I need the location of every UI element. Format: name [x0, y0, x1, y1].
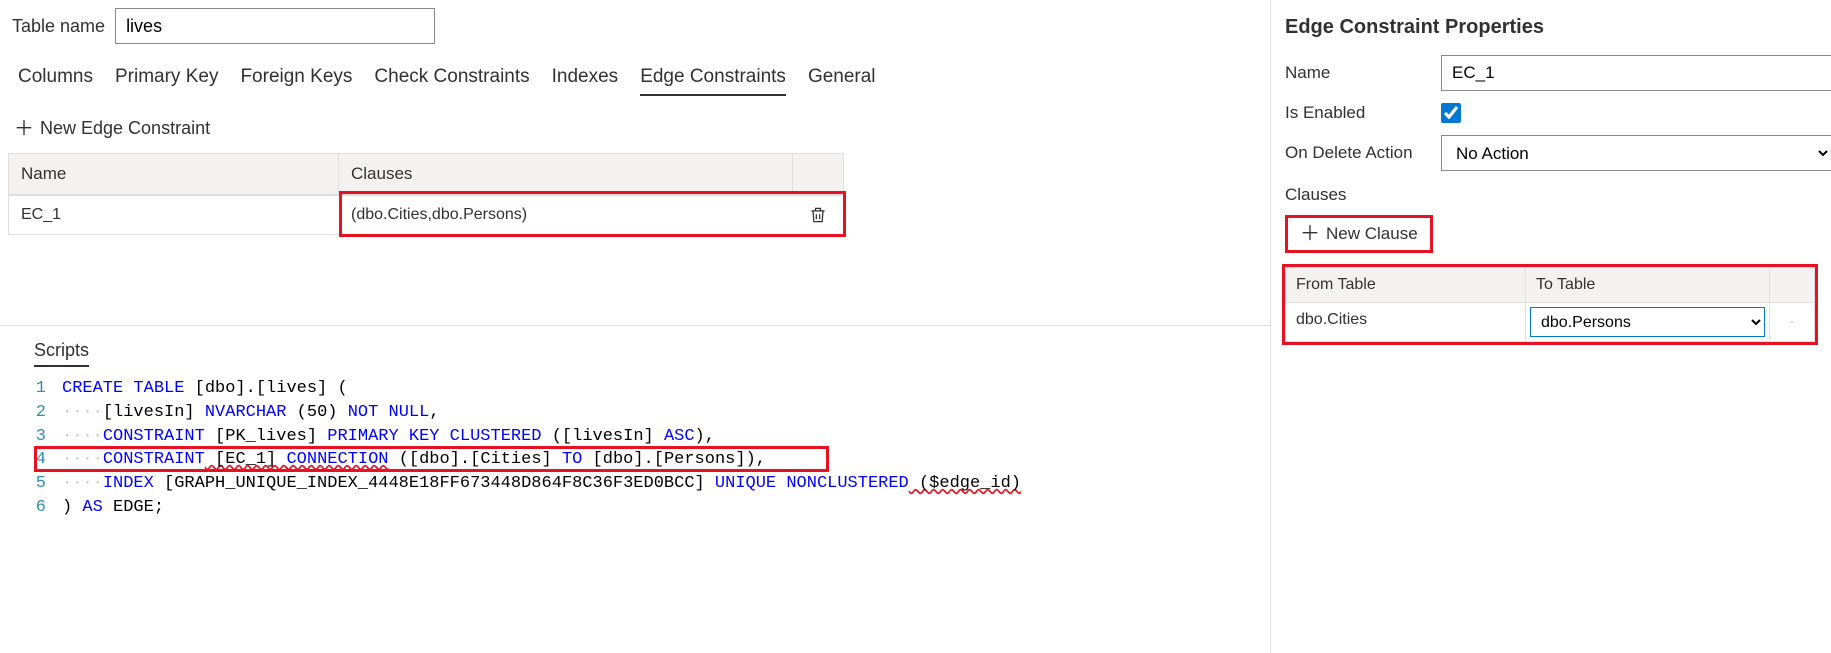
new-clause-button[interactable]: ＋ New Clause [1288, 218, 1430, 250]
edge-constraints-table: Name Clauses EC_1 (dbo.Cities,dbo.Person… [8, 153, 844, 235]
line-number: 5 [34, 472, 62, 496]
table-name-input[interactable] [115, 8, 435, 44]
tab-bar: Columns Primary Key Foreign Keys Check C… [0, 44, 1270, 96]
table-name-label: Table name [12, 16, 105, 37]
plus-icon: ＋ [14, 119, 34, 139]
ec-header-name: Name [9, 154, 339, 194]
properties-panel: Edge Constraint Properties Name Is Enabl… [1271, 0, 1831, 653]
to-table-header: To Table [1526, 268, 1770, 302]
on-delete-label: On Delete Action [1281, 143, 1441, 163]
line-number: 6 [34, 496, 62, 520]
name-label: Name [1281, 63, 1441, 83]
scripts-title: Scripts [34, 340, 89, 367]
ec-header-clauses: Clauses [339, 154, 793, 194]
line-number: 3 [34, 425, 62, 449]
from-table-cell: dbo.Cities [1286, 303, 1526, 341]
tab-edge-constraints[interactable]: Edge Constraints [640, 66, 786, 96]
new-clause-label: New Clause [1326, 224, 1418, 244]
line-number: 4 [34, 448, 62, 472]
ec-row-clauses: (dbo.Cities,dbo.Persons) [339, 196, 793, 234]
delete-constraint-button[interactable] [807, 204, 829, 226]
table-row[interactable]: dbo.Cities dbo.Persons [1285, 303, 1815, 342]
tab-general[interactable]: General [808, 66, 876, 96]
new-edge-constraint-button[interactable]: ＋ New Edge Constraint [0, 96, 1270, 153]
trash-icon [808, 205, 828, 225]
line-number: 1 [34, 377, 62, 401]
delete-clause-button[interactable] [1781, 311, 1803, 333]
plus-icon: ＋ [1300, 224, 1320, 244]
line-number: 2 [34, 401, 62, 425]
tab-primary-key[interactable]: Primary Key [115, 66, 218, 96]
to-table-select[interactable]: dbo.Persons [1530, 307, 1765, 337]
clauses-table: From Table To Table dbo.Cities dbo.Perso… [1285, 267, 1815, 342]
on-delete-select[interactable]: No Action [1441, 135, 1831, 171]
constraint-name-input[interactable] [1441, 55, 1831, 91]
ec-row-name: EC_1 [9, 196, 339, 234]
enabled-label: Is Enabled [1281, 103, 1441, 123]
tab-check-constraints[interactable]: Check Constraints [374, 66, 529, 96]
tab-indexes[interactable]: Indexes [552, 66, 619, 96]
tab-foreign-keys[interactable]: Foreign Keys [240, 66, 352, 96]
properties-title: Edge Constraint Properties [1281, 12, 1831, 55]
tab-columns[interactable]: Columns [18, 66, 93, 96]
from-table-header: From Table [1286, 268, 1526, 302]
enabled-checkbox[interactable] [1441, 103, 1461, 123]
code-editor[interactable]: 1 CREATE TABLE [dbo].[lives] ( 2 ····[li… [34, 377, 1270, 520]
table-row[interactable]: EC_1 (dbo.Cities,dbo.Persons) [9, 195, 843, 234]
clauses-label: Clauses [1281, 183, 1831, 215]
new-edge-constraint-label: New Edge Constraint [40, 118, 210, 139]
trash-icon [1791, 312, 1793, 332]
